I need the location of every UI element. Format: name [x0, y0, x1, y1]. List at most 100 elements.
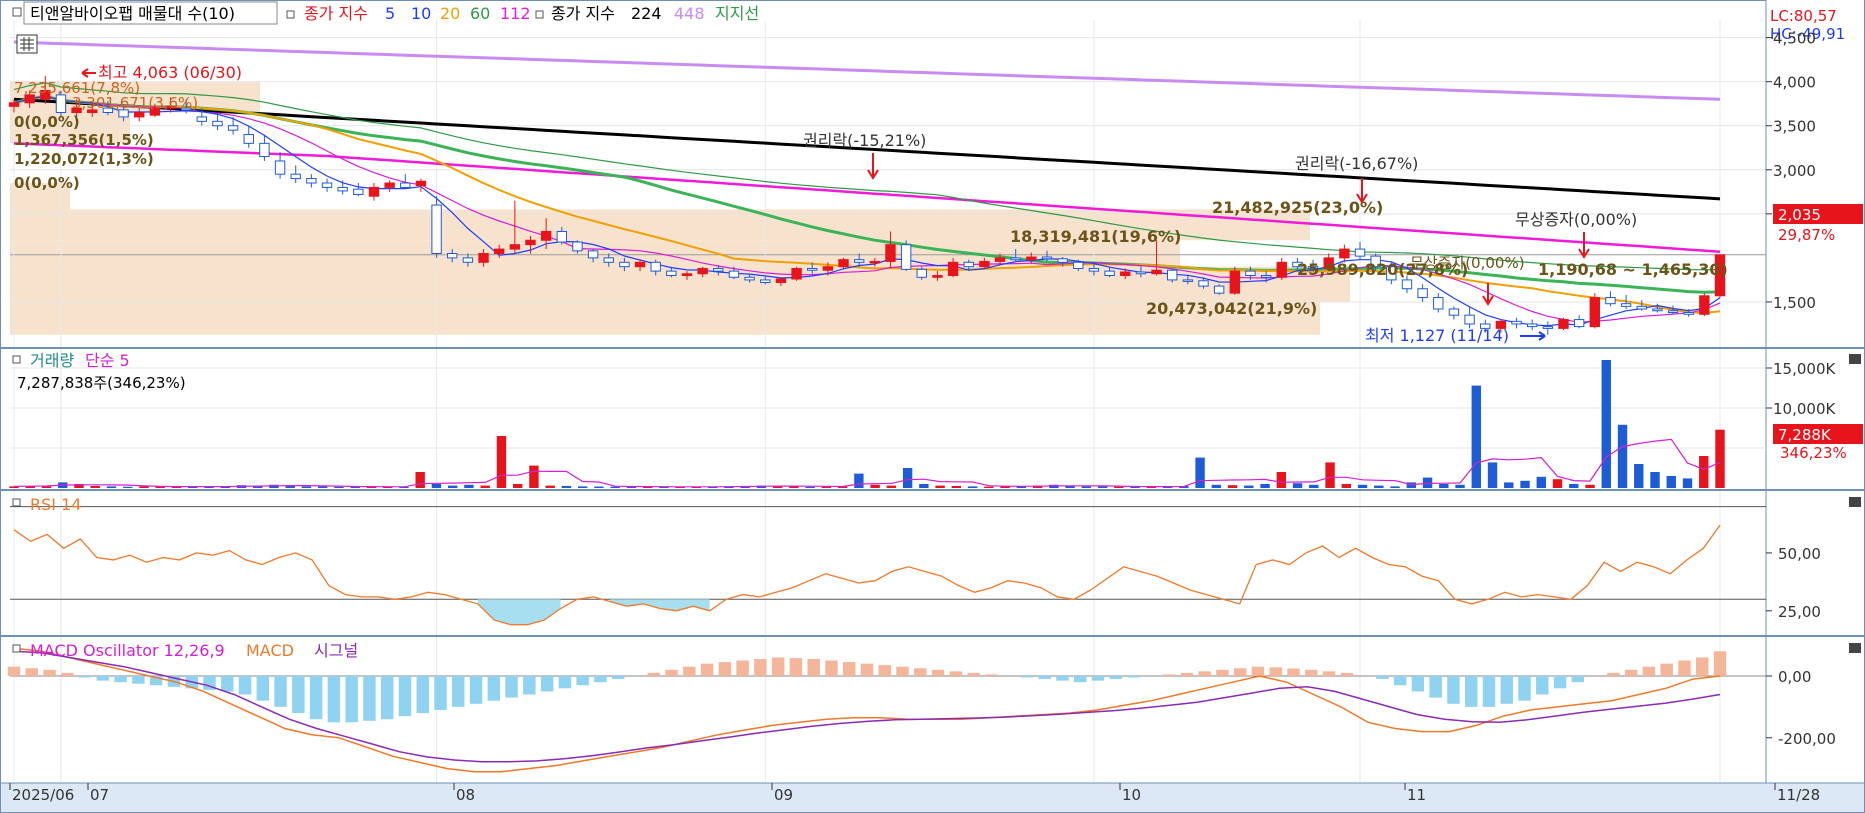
volume-bar — [919, 484, 929, 488]
x-axis-label: 11 — [1407, 786, 1426, 804]
volume-bar — [1715, 429, 1725, 488]
volume-bar — [1260, 484, 1270, 488]
volume-bar — [285, 486, 295, 488]
volume-bar — [1504, 482, 1514, 488]
candle-body — [885, 244, 896, 262]
volume-bar — [480, 485, 490, 488]
macd-oscillator-bar — [78, 675, 92, 678]
volume-current: 7,288K — [1778, 426, 1832, 444]
ma-legend-5: 5 — [385, 4, 395, 23]
event-note-3: 무상증자(0,00%) — [1515, 210, 1637, 229]
volume-bar — [577, 486, 588, 488]
candle-body — [1401, 279, 1413, 290]
candle-body — [306, 178, 317, 184]
candle-body — [963, 261, 974, 268]
volume-bar — [1650, 472, 1660, 488]
volume-bar — [1227, 485, 1238, 488]
volume-legend-icon[interactable] — [12, 355, 21, 364]
ma-legend-icon[interactable] — [286, 10, 295, 19]
macd-oscillator-bar — [1216, 669, 1229, 676]
candle-body — [1558, 319, 1569, 329]
macd-oscillator-bar — [825, 660, 838, 676]
macd-oscillator-bar — [1713, 651, 1727, 676]
macd-oscillator-bar — [878, 665, 891, 676]
volume-bar — [1390, 486, 1400, 488]
macd-oscillator-bar — [1340, 672, 1354, 676]
candle-body — [196, 116, 208, 122]
macd-tick-label: -200,00 — [1778, 730, 1836, 748]
ma-legend-112: 112 — [500, 4, 531, 23]
macd-oscillator-bar — [700, 663, 714, 676]
macd-title: MACD Oscillator 12,26,9 — [30, 641, 225, 660]
price-tick-label: 3,500 — [1773, 118, 1816, 136]
candle-body — [1276, 261, 1287, 278]
candle-body — [603, 257, 614, 263]
candle-body — [1120, 271, 1131, 277]
macd-oscillator-bar — [896, 666, 909, 676]
candle-body — [259, 142, 270, 158]
candle-body — [1167, 269, 1178, 281]
macd-oscillator-bar — [1536, 675, 1549, 695]
macd-oscillator-bar — [1074, 675, 1087, 683]
macd-oscillator-bar — [1500, 675, 1513, 704]
signal-label: 시그널 — [314, 641, 358, 660]
macd-oscillator-bar — [1411, 675, 1425, 692]
macd-close-icon[interactable] — [1849, 643, 1861, 653]
macd-oscillator-bar — [505, 675, 518, 698]
price-tick-label: 1,500 — [1773, 294, 1816, 312]
candle-body — [947, 261, 959, 277]
candle-body — [1683, 312, 1694, 315]
candle-body — [1542, 326, 1554, 329]
candle-body — [415, 180, 427, 187]
candle-body — [274, 160, 286, 175]
macd-oscillator-bar — [1482, 675, 1496, 707]
x-axis-label: 07 — [90, 786, 109, 804]
candle-body — [290, 173, 301, 180]
volume-bar — [854, 473, 864, 488]
macd-oscillator-bar — [61, 672, 74, 676]
candle-body — [1151, 269, 1162, 275]
macd-oscillator-bar — [327, 675, 341, 723]
candle-body — [1339, 248, 1350, 259]
candle-body — [1354, 248, 1366, 257]
macd-oscillator-bar — [558, 675, 572, 689]
legend-toggle-icon[interactable] — [12, 7, 22, 17]
rsi-legend-icon[interactable] — [12, 498, 21, 507]
volume-bar — [1552, 479, 1563, 488]
profile-label-5: 1,220,072(1,3%) — [14, 150, 154, 168]
volume-close-icon[interactable] — [1849, 354, 1861, 364]
candle-body — [447, 252, 458, 259]
profile-label-7: 21,482,925(23,0%) — [1212, 198, 1383, 217]
rsi-title: RSI 14 — [30, 495, 81, 514]
macd-oscillator-bar — [25, 668, 38, 676]
candle-body — [55, 94, 67, 114]
candle-body — [619, 261, 630, 268]
stock-name[interactable]: 티앤알바이오팹 매물대 수(10) — [30, 4, 235, 23]
macd-oscillator-bar — [1127, 675, 1140, 678]
volume-bar — [90, 486, 100, 488]
candle-body — [243, 134, 254, 144]
macd-legend-icon[interactable] — [12, 644, 21, 653]
ma2-legend-224: 224 — [631, 4, 662, 23]
candle-body — [1652, 308, 1663, 312]
macd-oscillator-bar — [665, 669, 678, 676]
candle-body — [1088, 267, 1100, 272]
volume-bar — [951, 486, 962, 488]
candle-body — [1260, 275, 1272, 278]
rsi-close-icon[interactable] — [1849, 497, 1861, 507]
ma-legend-10: 10 — [411, 4, 431, 23]
candle-body — [838, 259, 849, 268]
candle-body — [525, 239, 536, 246]
volume-bar — [1536, 476, 1546, 488]
volume-bar — [1666, 476, 1676, 488]
ma2-legend-icon[interactable] — [535, 10, 544, 19]
x-axis-label: 10 — [1122, 786, 1141, 804]
volume-bar — [1455, 484, 1465, 488]
candle-body — [1699, 295, 1710, 315]
candle-body — [337, 186, 348, 192]
volume-bar — [1195, 457, 1205, 488]
macd-oscillator-bar — [398, 675, 412, 717]
volume-bar — [1211, 484, 1222, 488]
macd-oscillator-bar — [860, 663, 874, 676]
macd-oscillator-bar — [1553, 675, 1567, 689]
